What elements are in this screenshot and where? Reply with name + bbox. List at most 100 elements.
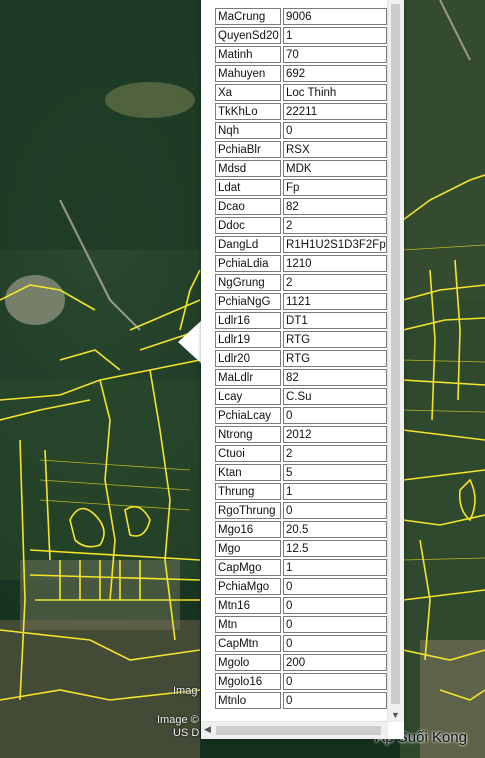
attribute-key: NgGrung: [215, 274, 281, 291]
attribute-value: RTG: [283, 350, 387, 367]
attribute-row: PchiaMgo 0: [215, 578, 387, 595]
attribute-value: 0: [283, 635, 387, 652]
attribute-row: Ntrong 2012: [215, 426, 387, 443]
attribute-row: RgoThrung 0: [215, 502, 387, 519]
attribute-key: Matinh: [215, 46, 281, 63]
horizontal-scroll-thumb[interactable]: [216, 726, 381, 735]
attribute-key: TkKhLo: [215, 103, 281, 120]
attribute-value: 0: [283, 597, 387, 614]
attribute-value: 2012: [283, 426, 387, 443]
attribute-key: Nqh: [215, 122, 281, 139]
attribute-row: Ldlr20 RTG: [215, 350, 387, 367]
attribute-row: MaLdlr 82: [215, 369, 387, 386]
attribute-row: Ldat Fp: [215, 179, 387, 196]
attribute-key: Mgo: [215, 540, 281, 557]
forest-patch: [0, 0, 200, 250]
clearing-patch: [105, 82, 195, 118]
attribute-row: Mtn16 0: [215, 597, 387, 614]
info-window: MaCrung 9006 QuyenSd20 1 Matinh 70 Mahuyen 692 X…: [201, 0, 404, 739]
attribute-key: QuyenSd20: [215, 27, 281, 44]
vertical-scroll-thumb[interactable]: [391, 4, 400, 704]
attribute-value: 22211: [283, 103, 387, 120]
attribute-value: 2: [283, 217, 387, 234]
attribute-value: DT1: [283, 312, 387, 329]
attribute-value: 82: [283, 198, 387, 215]
attribute-key: CapMtn: [215, 635, 281, 652]
attribute-key: Mtnlo: [215, 692, 281, 709]
quarry-patch: [5, 275, 65, 325]
attribute-value: 82: [283, 369, 387, 386]
attribute-value: 0: [283, 673, 387, 690]
attribute-row: TkKhLo 22211: [215, 103, 387, 120]
attribute-value: 2: [283, 274, 387, 291]
attribute-key: PchiaBlr: [215, 141, 281, 158]
attribute-row: PchiaLdia 1210: [215, 255, 387, 272]
attribute-key: Ntrong: [215, 426, 281, 443]
attribute-key: RgoThrung: [215, 502, 281, 519]
attribute-key: CapMgo: [215, 559, 281, 576]
attribute-value: C.Su: [283, 388, 387, 405]
attribute-key: Mtn: [215, 616, 281, 633]
attribute-value: 0: [283, 692, 387, 709]
attribute-key: Mdsd: [215, 160, 281, 177]
attribute-value: RTG: [283, 331, 387, 348]
attribute-key: MaCrung: [215, 8, 281, 25]
attribute-key: Mtn16: [215, 597, 281, 614]
attribute-value: 0: [283, 122, 387, 139]
attribute-row: Mtn 0: [215, 616, 387, 633]
attribute-row: Nqh 0: [215, 122, 387, 139]
attribute-key: Lcay: [215, 388, 281, 405]
attribute-value: 200: [283, 654, 387, 671]
attribute-row: NgGrung 2: [215, 274, 387, 291]
attribute-key: Ldat: [215, 179, 281, 196]
attribute-row: Ddoc 2: [215, 217, 387, 234]
attribute-value: 9006: [283, 8, 387, 25]
attribute-row: CapMgo 1: [215, 559, 387, 576]
attribute-row: Ctuoi 2: [215, 445, 387, 462]
attribute-key: Ddoc: [215, 217, 281, 234]
attribute-value: Fp: [283, 179, 387, 196]
imagery-attribution: US D: [173, 727, 200, 739]
attribute-row: QuyenSd20 1: [215, 27, 387, 44]
attribute-value: 12.5: [283, 540, 387, 557]
attribute-value: R1H1U2S1D3F2FpT: [283, 236, 387, 253]
attribute-row: Dcao 82: [215, 198, 387, 215]
bare-land-patch: [0, 620, 200, 758]
attribute-value: 20.5: [283, 521, 387, 538]
attribute-key: Ldlr19: [215, 331, 281, 348]
attribute-table-viewport[interactable]: MaCrung 9006 QuyenSd20 1 Matinh 70 Mahuyen 692 X…: [213, 6, 485, 724]
attribute-row: Ldlr16 DT1: [215, 312, 387, 329]
attribute-key: Xa: [215, 84, 281, 101]
attribute-row: PchiaBlr RSX: [215, 141, 387, 158]
attribute-row: Mgolo16 0: [215, 673, 387, 690]
attribute-value: 1210: [283, 255, 387, 272]
horizontal-scrollbar[interactable]: ◀: [201, 721, 388, 739]
attribute-row: Mtnlo 0: [215, 692, 387, 709]
attribute-value: Loc Thinh: [283, 84, 387, 101]
attribute-value: 1: [283, 27, 387, 44]
attribute-row: Xa Loc Thinh: [215, 84, 387, 101]
attribute-table: MaCrung 9006 QuyenSd20 1 Matinh 70 Mahuyen 692 X…: [213, 6, 389, 711]
attribute-value: RSX: [283, 141, 387, 158]
attribute-row: Lcay C.Su: [215, 388, 387, 405]
attribute-row: Ktan 5: [215, 464, 387, 481]
imagery-attribution: Imag: [173, 685, 198, 697]
attribute-row: Matinh 70: [215, 46, 387, 63]
attribute-value: 692: [283, 65, 387, 82]
attribute-key: PchiaLcay: [215, 407, 281, 424]
scroll-down-arrow-icon[interactable]: ▼: [391, 710, 400, 720]
attribute-key: Mgo16: [215, 521, 281, 538]
attribute-value: 70: [283, 46, 387, 63]
attribute-row: PchiaLcay 0: [215, 407, 387, 424]
attribute-key: DangLd: [215, 236, 281, 253]
attribute-row: Thrung 1: [215, 483, 387, 500]
scroll-left-arrow-icon[interactable]: ◀: [204, 724, 211, 735]
vertical-scrollbar[interactable]: ▼: [387, 0, 404, 722]
attribute-value: 0: [283, 616, 387, 633]
attribute-value: 1121: [283, 293, 387, 310]
attribute-row: Mgolo 200: [215, 654, 387, 671]
attribute-row: CapMtn 0: [215, 635, 387, 652]
attribute-key: PchiaLdia: [215, 255, 281, 272]
attribute-value: 1: [283, 559, 387, 576]
attribute-key: MaLdlr: [215, 369, 281, 386]
